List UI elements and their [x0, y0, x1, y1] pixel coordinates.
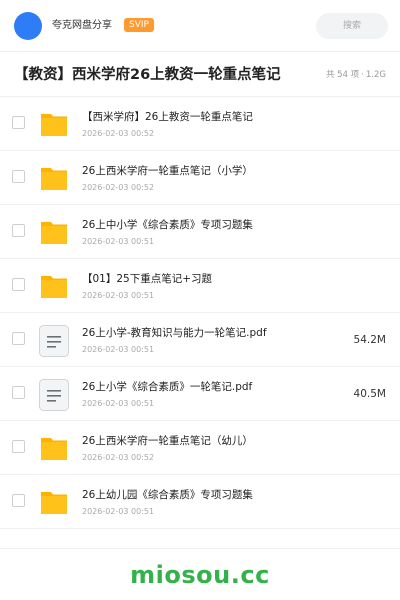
page-title: 【教资】西米学府26上教资一轮重点笔记: [14, 67, 281, 83]
folder-icon: [39, 487, 69, 517]
select-checkbox[interactable]: [12, 440, 25, 453]
file-date: 2026-02-03 00:52: [82, 129, 155, 138]
document-icon: [39, 379, 69, 411]
file-name[interactable]: 26上幼儿园《综合素质》专项习题集: [82, 488, 253, 502]
list-item[interactable]: 26上小学-教育知识与能力一轮笔记.pdf 2026-02-03 00:51 54.…: [0, 313, 400, 367]
file-size: 54.2M: [353, 334, 386, 346]
select-checkbox[interactable]: [12, 278, 25, 291]
file-name[interactable]: 26上西米学府一轮重点笔记（幼儿）: [82, 434, 253, 448]
list-item[interactable]: 26上小学《综合素质》一轮笔记.pdf 2026-02-03 00:51 40.5M: [0, 367, 400, 421]
file-name[interactable]: 26上西米学府一轮重点笔记（小学）: [82, 164, 253, 178]
list-item[interactable]: 【01】25下重点笔记+习题 2026-02-03 00:51: [0, 259, 400, 313]
folder-icon: [39, 271, 69, 301]
top-bar: 夸克网盘分享 SVIP 搜索: [0, 0, 400, 52]
file-date: 2026-02-03 00:51: [82, 237, 155, 246]
file-name[interactable]: 26上小学《综合素质》一轮笔记.pdf: [82, 380, 252, 394]
select-checkbox[interactable]: [12, 224, 25, 237]
file-name[interactable]: 【西米学府】26上教资一轮重点笔记: [82, 110, 253, 124]
username: 夸克网盘分享: [52, 20, 112, 31]
file-name[interactable]: 26上小学-教育知识与能力一轮笔记.pdf: [82, 326, 267, 340]
footer: miosou.cc: [0, 548, 400, 600]
list-item[interactable]: 26上西米学府一轮重点笔记（小学） 2026-02-03 00:52: [0, 151, 400, 205]
folder-meta: 共 54 项 · 1.2G: [326, 69, 386, 81]
select-checkbox[interactable]: [12, 386, 25, 399]
select-checkbox[interactable]: [12, 170, 25, 183]
file-date: 2026-02-03 00:51: [82, 399, 155, 408]
file-date: 2026-02-03 00:52: [82, 183, 155, 192]
list-item[interactable]: 26上中小学《综合素质》专项习题集 2026-02-03 00:51: [0, 205, 400, 259]
folder-header: 【教资】西米学府26上教资一轮重点笔记 共 54 项 · 1.2G: [0, 52, 400, 97]
meta-separator: ·: [361, 70, 364, 80]
file-name[interactable]: 26上中小学《综合素质》专项习题集: [82, 218, 253, 232]
select-checkbox[interactable]: [12, 116, 25, 129]
document-icon: [39, 325, 69, 357]
file-date: 2026-02-03 00:51: [82, 345, 155, 354]
file-date: 2026-02-03 00:51: [82, 291, 155, 300]
folder-icon: [39, 433, 69, 463]
folder-icon: [39, 163, 69, 193]
watermark-text: miosou.cc: [130, 561, 270, 589]
select-checkbox[interactable]: [12, 332, 25, 345]
file-list: 【西米学府】26上教资一轮重点笔记 2026-02-03 00:52 26上西米学府…: [0, 97, 400, 529]
select-checkbox[interactable]: [12, 494, 25, 507]
list-item[interactable]: 26上西米学府一轮重点笔记（幼儿） 2026-02-03 00:52: [0, 421, 400, 475]
file-size: 40.5M: [353, 388, 386, 400]
folder-icon: [39, 109, 69, 139]
svip-badge: SVIP: [124, 18, 154, 32]
list-item[interactable]: 【西米学府】26上教资一轮重点笔记 2026-02-03 00:52: [0, 97, 400, 151]
avatar[interactable]: [14, 12, 42, 40]
file-date: 2026-02-03 00:51: [82, 507, 155, 516]
list-item[interactable]: 26上幼儿园《综合素质》专项习题集 2026-02-03 00:51: [0, 475, 400, 529]
item-count: 共 54 项: [325, 70, 360, 80]
folder-icon: [39, 217, 69, 247]
total-size: 1.2G: [365, 70, 386, 80]
search-input[interactable]: 搜索: [316, 13, 388, 39]
file-date: 2026-02-03 00:52: [82, 453, 155, 462]
file-name[interactable]: 【01】25下重点笔记+习题: [82, 272, 212, 286]
